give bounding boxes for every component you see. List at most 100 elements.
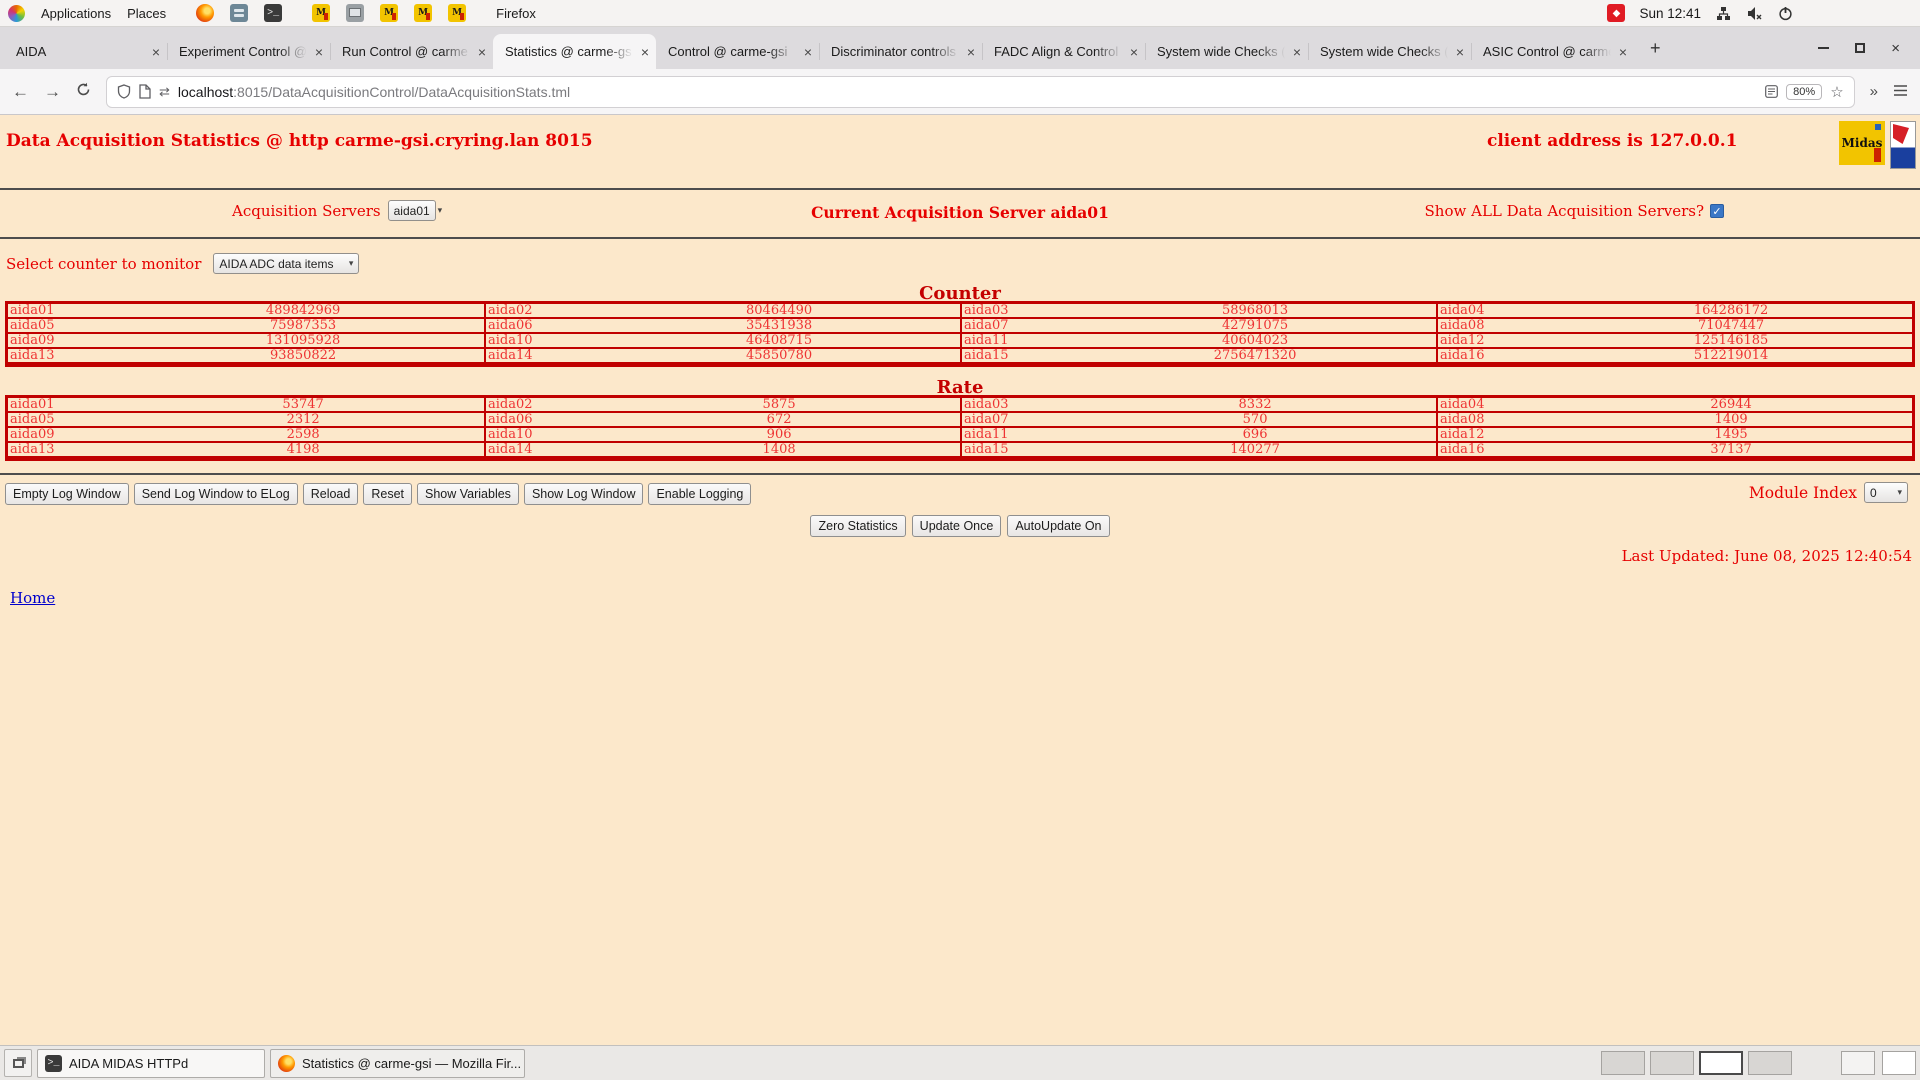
server-name-cell: aida12: [1435, 428, 1551, 443]
tab-close-icon[interactable]: ×: [1456, 45, 1464, 59]
table-row: aida09 2598 aida10 906 aida11 696 aida12 1495: [8, 428, 1912, 443]
maximize-button[interactable]: [1855, 43, 1866, 53]
tab-fadc-align-control[interactable]: FADC Align & Control ×: [982, 34, 1145, 69]
workspace-cell-2[interactable]: [1650, 1051, 1694, 1075]
show-variables-button[interactable]: Show Variables: [417, 483, 519, 505]
empty-log-window-button[interactable]: Empty Log Window: [5, 483, 129, 505]
tab-discriminator-controls[interactable]: Discriminator controls ×: [819, 34, 982, 69]
enable-logging-button[interactable]: Enable Logging: [648, 483, 752, 505]
tab-close-icon[interactable]: ×: [1619, 45, 1627, 59]
send-log-window-to-elog-button[interactable]: Send Log Window to ELog: [133, 483, 298, 505]
reset-button[interactable]: Reset: [363, 483, 412, 505]
zero-statistics-button[interactable]: Zero Statistics: [810, 515, 906, 537]
midas-launcher-icon[interactable]: M: [448, 4, 467, 22]
tab-statistics-carme-gs[interactable]: Statistics @ carme-gs ×: [493, 34, 656, 69]
midas-launcher-icon[interactable]: M: [312, 4, 331, 22]
tab-experiment-control[interactable]: Experiment Control @ ×: [167, 34, 330, 69]
applications-menu[interactable]: Applications: [41, 6, 111, 21]
update-once-button[interactable]: Update Once: [911, 515, 1002, 537]
workspace-pager: [1601, 1051, 1792, 1075]
tab-title: Discriminator controls: [831, 44, 956, 59]
back-icon[interactable]: ←: [12, 82, 29, 102]
autoupdate-on-button[interactable]: AutoUpdate On: [1007, 515, 1110, 537]
tab-run-control-carme[interactable]: Run Control @ carme ×: [330, 34, 493, 69]
tab-close-icon[interactable]: ×: [152, 45, 160, 59]
tab-system-wide-checks[interactable]: System wide Checks (×: [1145, 34, 1308, 69]
server-value-cell: 58968013: [1074, 304, 1436, 319]
tab-title: FADC Align & Control: [994, 44, 1119, 59]
reload-icon[interactable]: [76, 82, 91, 102]
midas-launcher-icon[interactable]: M: [380, 4, 399, 22]
chevron-down-icon: ▾: [348, 258, 354, 268]
screenshot-launcher-icon[interactable]: [346, 4, 365, 22]
firefox-launcher-icon[interactable]: [196, 4, 215, 22]
notification-badge-icon[interactable]: ◆: [1607, 4, 1626, 22]
tab-close-icon[interactable]: ×: [1130, 45, 1138, 59]
workspace-cell-4[interactable]: [1748, 1051, 1792, 1075]
server-value-cell: 2312: [122, 413, 484, 428]
show-all-checkbox[interactable]: ✓: [1710, 204, 1724, 218]
server-value-cell: 8332: [1074, 398, 1436, 413]
server-name-cell: aida10: [483, 428, 599, 443]
url-text[interactable]: localhost:8015/DataAcquisitionControl/Da…: [178, 84, 1757, 100]
taskbar-box[interactable]: [1882, 1051, 1916, 1075]
close-button[interactable]: ×: [1891, 41, 1900, 56]
permissions-icon[interactable]: ⇄: [159, 84, 170, 100]
module-index-select[interactable]: 0 ▾: [1864, 482, 1908, 503]
header-logos: Midas: [1839, 121, 1916, 169]
server-name-cell: aida02: [483, 304, 599, 319]
minimize-button[interactable]: [1818, 47, 1830, 49]
tab-close-icon[interactable]: ×: [641, 45, 649, 59]
bookmark-star-icon[interactable]: ☆: [1830, 83, 1843, 101]
taskbar-box[interactable]: [1841, 1051, 1875, 1075]
files-launcher-icon[interactable]: [230, 4, 249, 22]
panel-clock[interactable]: Sun 12:41: [1639, 6, 1701, 21]
tab-system-wide-checks[interactable]: System wide Checks ( ×: [1308, 34, 1471, 69]
server-name-cell: aida15: [959, 349, 1075, 364]
tab-aida[interactable]: AIDA ×: [4, 34, 167, 69]
terminal-launcher-icon[interactable]: >_: [264, 4, 283, 22]
home-link[interactable]: Home: [10, 589, 55, 607]
page-info-icon[interactable]: [139, 84, 151, 99]
shield-icon[interactable]: [117, 84, 131, 99]
counter-type-select[interactable]: AIDA ADC data items ▾: [213, 253, 360, 274]
tab-title: System wide Checks (: [1320, 44, 1449, 59]
show-log-window-button[interactable]: Show Log Window: [523, 483, 644, 505]
zoom-level-indicator[interactable]: 80%: [1786, 83, 1823, 100]
server-value-cell: 42791075: [1074, 319, 1436, 334]
server-value-cell: 2756471320: [1074, 349, 1436, 364]
network-icon[interactable]: [1715, 5, 1732, 22]
applications-menu-icon[interactable]: [8, 4, 25, 22]
server-name-cell: aida13: [8, 443, 123, 458]
taskbar-task-statistics-carme-g[interactable]: Statistics @ carme-gsi — Mozilla Fir...: [270, 1048, 525, 1078]
browser-tab-bar: AIDA × Experiment Control @ × Run Control @ …: [0, 27, 1920, 69]
workspace-cell-3[interactable]: [1699, 1051, 1743, 1075]
new-tab-button[interactable]: +: [1644, 38, 1667, 59]
tab-close-icon[interactable]: ×: [804, 45, 812, 59]
taskbar-task-aida-midas-httpd[interactable]: >_ AIDA MIDAS HTTPd: [37, 1048, 265, 1078]
volume-muted-icon[interactable]: [1746, 5, 1763, 22]
tab-close-icon[interactable]: ×: [478, 45, 486, 59]
forward-icon[interactable]: →: [44, 82, 61, 102]
tab-control-carme-gsi[interactable]: Control @ carme-gsi ×: [656, 34, 819, 69]
overflow-menu-icon[interactable]: »: [1870, 83, 1878, 100]
hamburger-menu-icon[interactable]: [1893, 82, 1908, 102]
tab-close-icon[interactable]: ×: [1293, 45, 1301, 59]
power-icon[interactable]: [1777, 5, 1794, 22]
reload-button[interactable]: Reload: [302, 483, 359, 505]
window-list-button[interactable]: [4, 1049, 32, 1077]
tab-close-icon[interactable]: ×: [315, 45, 323, 59]
server-value-cell: 35431938: [598, 319, 960, 334]
tab-close-icon[interactable]: ×: [967, 45, 975, 59]
server-name-cell: aida03: [959, 304, 1075, 319]
workspace-cell-1[interactable]: [1601, 1051, 1645, 1075]
places-menu[interactable]: Places: [127, 6, 166, 21]
server-name-cell: aida04: [1435, 398, 1551, 413]
reader-mode-icon[interactable]: [1765, 85, 1779, 98]
server-name-cell: aida05: [8, 413, 123, 428]
server-value-cell: 45850780: [598, 349, 960, 364]
url-bar[interactable]: ⇄ localhost:8015/DataAcquisitionControl/…: [106, 75, 1855, 108]
midas-launcher-icon[interactable]: M: [414, 4, 433, 22]
tab-asic-control-carme[interactable]: ASIC Control @ carme ×: [1471, 34, 1634, 69]
server-value-cell: 40604023: [1074, 334, 1436, 349]
